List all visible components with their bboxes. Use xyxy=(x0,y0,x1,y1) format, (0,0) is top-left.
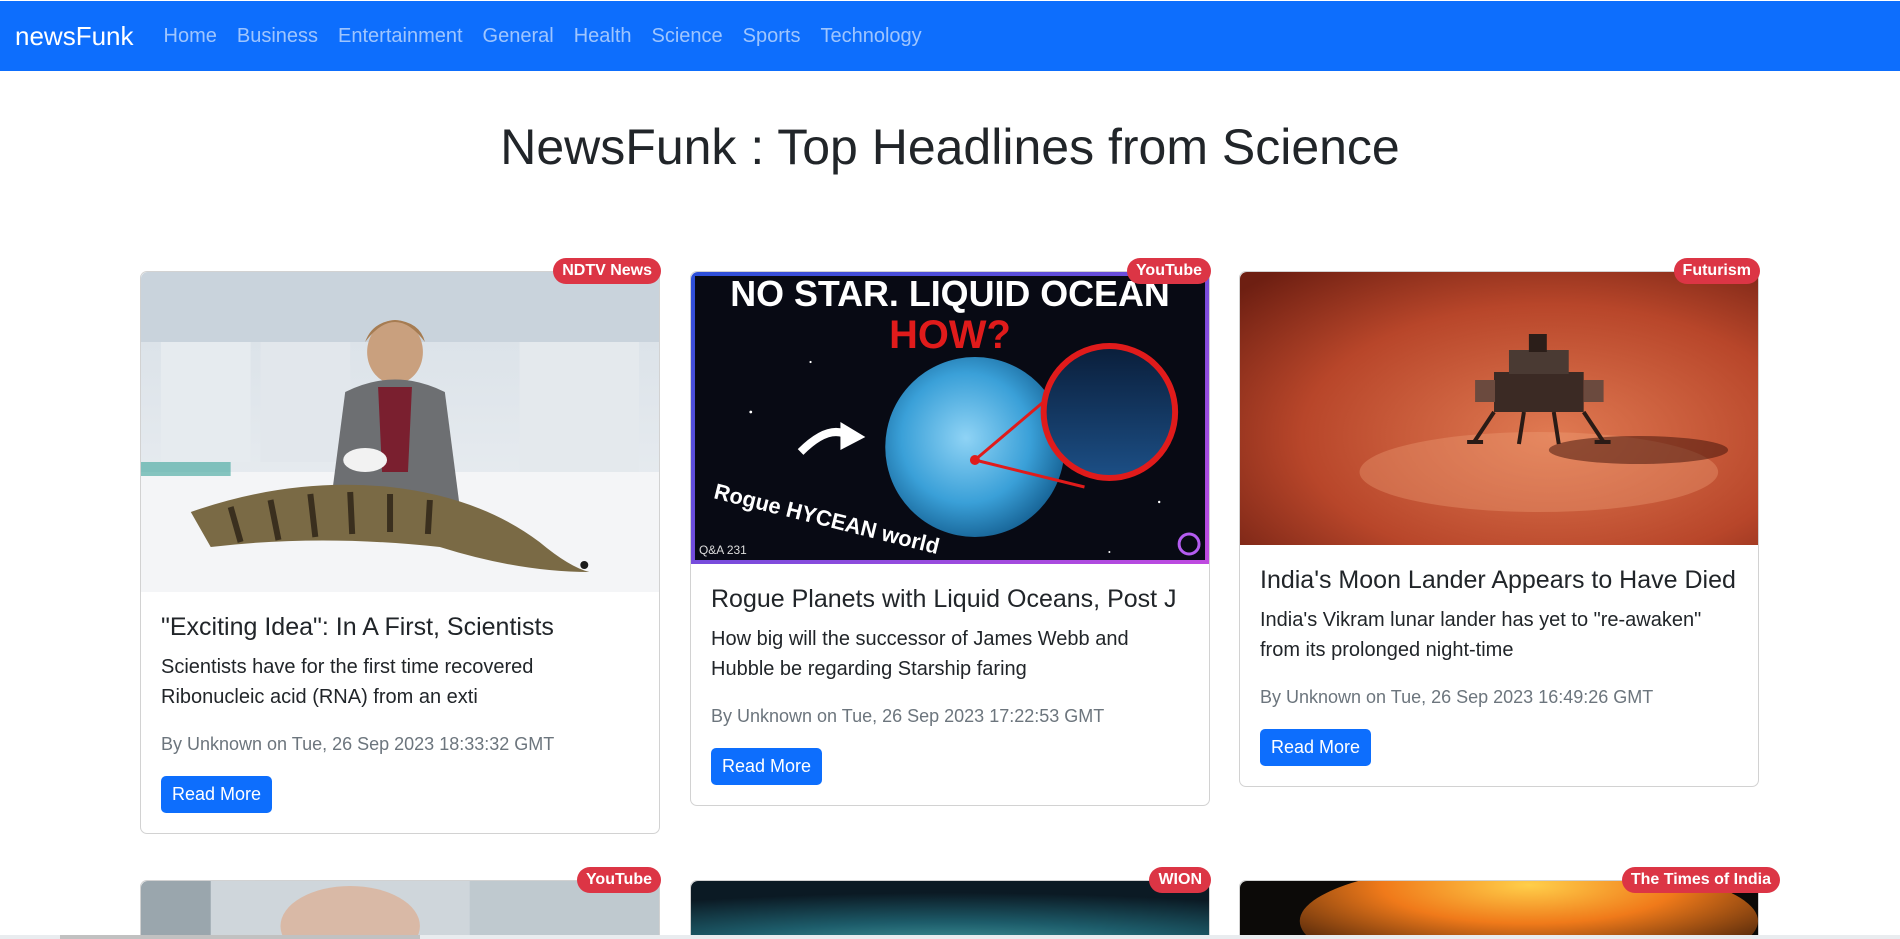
card-body: "Exciting Idea": In A First, Scientists … xyxy=(141,592,659,833)
article-image xyxy=(691,881,1209,939)
card-meta: By Unknown on Tue, 26 Sep 2023 17:22:53 … xyxy=(711,706,1105,726)
source-badge: The Times of India xyxy=(1621,867,1780,893)
article-image: NO STAR. LIQUID OCEAN HOW? Rogue HYCEAN … xyxy=(691,272,1209,564)
source-badge: NDTV News xyxy=(553,258,661,284)
read-more-button[interactable]: Read More xyxy=(1260,729,1372,766)
nav-link-business[interactable]: Business xyxy=(237,25,318,48)
card-title: "Exciting Idea": In A First, Scientists xyxy=(161,613,554,641)
navbar: newsFunk Home Business Entertainment Gen… xyxy=(0,1,1900,71)
thumbnail-subheadline: HOW? xyxy=(889,313,1011,357)
source-badge: YouTube xyxy=(1126,258,1211,284)
news-card: NDTV News "Exciting Idea": In A First, S… xyxy=(140,258,661,834)
news-card: YouTube xyxy=(140,867,661,939)
card-body: India's Moon Lander Appears to Have Died… xyxy=(1240,545,1758,786)
read-more-button[interactable]: Read More xyxy=(161,776,273,813)
article-image xyxy=(1240,272,1758,545)
news-card: WION xyxy=(690,867,1211,939)
source-badge: Futurism xyxy=(1673,258,1760,284)
card-title: Rogue Planets with Liquid Oceans, Post J xyxy=(711,585,1177,613)
scrollbar-thumb[interactable] xyxy=(60,935,420,939)
card-description: India's Vikram lunar lander has yet to "… xyxy=(1260,609,1702,661)
thumbnail-headline: NO STAR. LIQUID OCEAN xyxy=(730,273,1170,314)
source-badge: WION xyxy=(1149,867,1211,893)
card-meta: By Unknown on Tue, 26 Sep 2023 16:49:26 … xyxy=(1260,687,1654,707)
read-more-button[interactable]: Read More xyxy=(711,748,823,785)
nav-link-health[interactable]: Health xyxy=(574,25,632,48)
card-body: Rogue Planets with Liquid Oceans, Post J… xyxy=(691,564,1209,805)
nav-link-sports[interactable]: Sports xyxy=(743,25,801,48)
card-description: How big will the successor of James Webb… xyxy=(711,628,1129,680)
nav-link-technology[interactable]: Technology xyxy=(820,25,921,48)
brand-link[interactable]: newsFunk xyxy=(15,21,134,52)
news-card: YouTube xyxy=(690,258,1211,806)
card-title: India's Moon Lander Appears to Have Died xyxy=(1260,566,1736,594)
thumbnail-episode: Q&A 231 xyxy=(699,543,747,557)
nav-link-science[interactable]: Science xyxy=(652,25,723,48)
card-meta: By Unknown on Tue, 26 Sep 2023 18:33:32 … xyxy=(161,734,555,754)
nav-link-home[interactable]: Home xyxy=(164,25,217,48)
news-card: The Times of India xyxy=(1239,867,1780,939)
news-card: Futurism India's Moon Lander Appears to … xyxy=(1239,258,1760,787)
page-title: NewsFunk : Top Headlines from Science xyxy=(500,119,1400,175)
nav-link-entertainment[interactable]: Entertainment xyxy=(338,25,463,48)
card-description: Scientists have for the first time recov… xyxy=(161,656,534,708)
article-image xyxy=(141,272,659,592)
nav-link-general[interactable]: General xyxy=(483,25,554,48)
source-badge: YouTube xyxy=(576,867,661,893)
horizontal-scrollbar[interactable] xyxy=(0,935,1900,939)
